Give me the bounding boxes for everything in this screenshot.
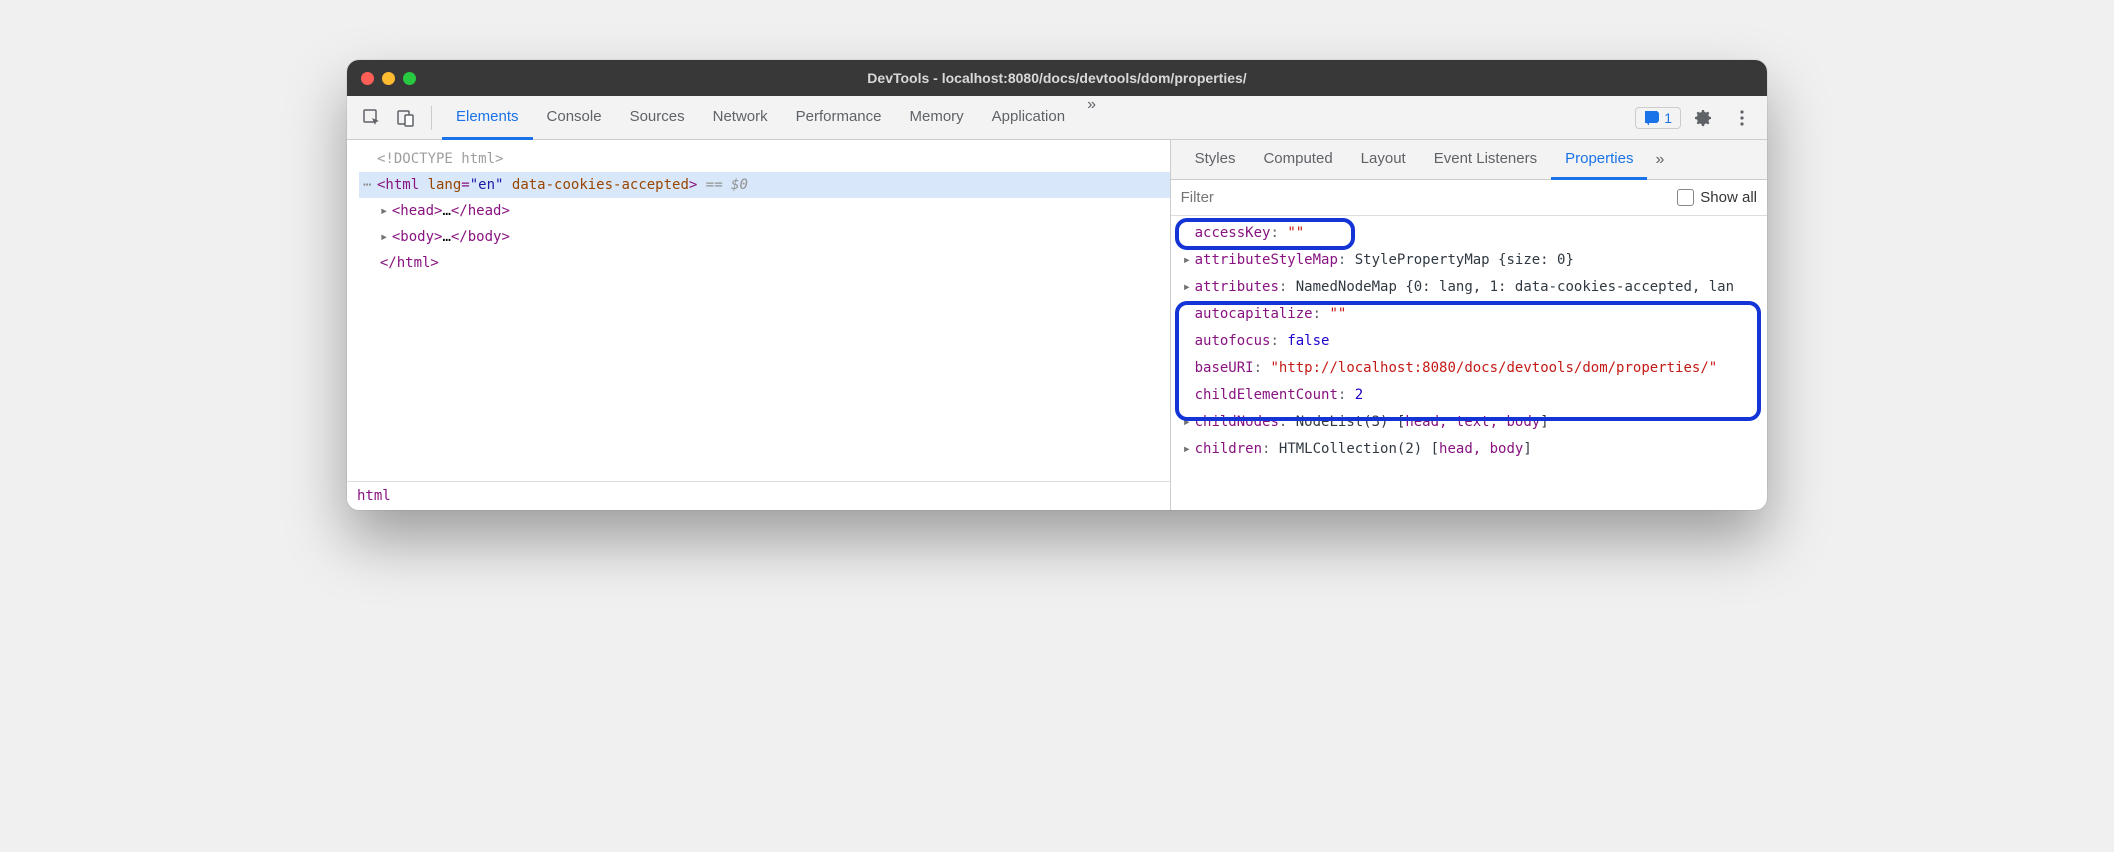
tab-console[interactable]: Console <box>533 96 616 140</box>
side-tab-event-listeners[interactable]: Event Listeners <box>1420 140 1551 180</box>
property-row[interactable]: accessKey: "" <box>1177 220 1761 247</box>
dom-panel: <!DOCTYPE html> ⋯<html lang="en" data-co… <box>347 140 1171 510</box>
tab-memory[interactable]: Memory <box>896 96 978 140</box>
divider <box>431 106 432 130</box>
dom-html-open[interactable]: ⋯<html lang="en" data-cookies-accepted> … <box>359 172 1170 198</box>
side-tab-properties[interactable]: Properties <box>1551 140 1647 180</box>
toolbar-right: 1 <box>1635 103 1757 133</box>
window-title: DevTools - localhost:8080/docs/devtools/… <box>347 70 1767 86</box>
property-row[interactable]: childElementCount: 2 <box>1177 382 1761 409</box>
side-more-icon[interactable]: » <box>1647 151 1672 169</box>
show-all-label: Show all <box>1700 189 1757 206</box>
more-tabs-icon[interactable]: » <box>1079 96 1104 140</box>
window-close-button[interactable] <box>361 72 374 85</box>
dom-doctype[interactable]: <!DOCTYPE html> <box>359 146 1170 172</box>
dom-body[interactable]: ▸<body>…</body> <box>359 224 1170 250</box>
property-row[interactable]: ▸children: HTMLCollection(2) [head, body… <box>1177 436 1761 463</box>
filter-input[interactable] <box>1181 189 1668 206</box>
side-tab-computed[interactable]: Computed <box>1249 140 1346 180</box>
side-tab-styles[interactable]: Styles <box>1181 140 1250 180</box>
side-panel: Styles Computed Layout Event Listeners P… <box>1171 140 1767 510</box>
tab-network[interactable]: Network <box>699 96 782 140</box>
tab-application[interactable]: Application <box>978 96 1079 140</box>
device-toggle-icon[interactable] <box>391 103 421 133</box>
breadcrumb[interactable]: html <box>347 481 1170 510</box>
inspect-icon[interactable] <box>357 103 387 133</box>
side-tabs: Styles Computed Layout Event Listeners P… <box>1171 140 1767 180</box>
tab-elements[interactable]: Elements <box>442 96 533 140</box>
properties-list[interactable]: accessKey: ""▸attributeStyleMap: StylePr… <box>1171 216 1767 510</box>
property-row[interactable]: ▸childNodes: NodeList(3) [head, text, bo… <box>1177 409 1761 436</box>
window-maximize-button[interactable] <box>403 72 416 85</box>
dom-html-close[interactable]: </html> <box>359 250 1170 276</box>
property-row[interactable]: autocapitalize: "" <box>1177 301 1761 328</box>
property-row[interactable]: ▸attributes: NamedNodeMap {0: lang, 1: d… <box>1177 274 1761 301</box>
gear-icon[interactable] <box>1689 103 1719 133</box>
dom-head[interactable]: ▸<head>…</head> <box>359 198 1170 224</box>
issues-badge[interactable]: 1 <box>1635 107 1681 129</box>
property-row[interactable]: autofocus: false <box>1177 328 1761 355</box>
kebab-icon[interactable] <box>1727 103 1757 133</box>
devtools-window: DevTools - localhost:8080/docs/devtools/… <box>347 60 1767 510</box>
main-toolbar: Elements Console Sources Network Perform… <box>347 96 1767 140</box>
tab-sources[interactable]: Sources <box>616 96 699 140</box>
show-all-toggle[interactable]: Show all <box>1677 189 1757 206</box>
titlebar: DevTools - localhost:8080/docs/devtools/… <box>347 60 1767 96</box>
traffic-lights <box>361 72 416 85</box>
side-tab-layout[interactable]: Layout <box>1347 140 1420 180</box>
content-area: <!DOCTYPE html> ⋯<html lang="en" data-co… <box>347 140 1767 510</box>
tab-performance[interactable]: Performance <box>782 96 896 140</box>
property-row[interactable]: ▸attributeStyleMap: StylePropertyMap {si… <box>1177 247 1761 274</box>
window-minimize-button[interactable] <box>382 72 395 85</box>
issues-count: 1 <box>1664 110 1672 126</box>
property-row[interactable]: baseURI: "http://localhost:8080/docs/dev… <box>1177 355 1761 382</box>
main-tabs: Elements Console Sources Network Perform… <box>442 96 1631 140</box>
show-all-checkbox[interactable] <box>1677 189 1694 206</box>
filter-row: Show all <box>1171 180 1767 216</box>
dom-tree[interactable]: <!DOCTYPE html> ⋯<html lang="en" data-co… <box>347 140 1170 481</box>
